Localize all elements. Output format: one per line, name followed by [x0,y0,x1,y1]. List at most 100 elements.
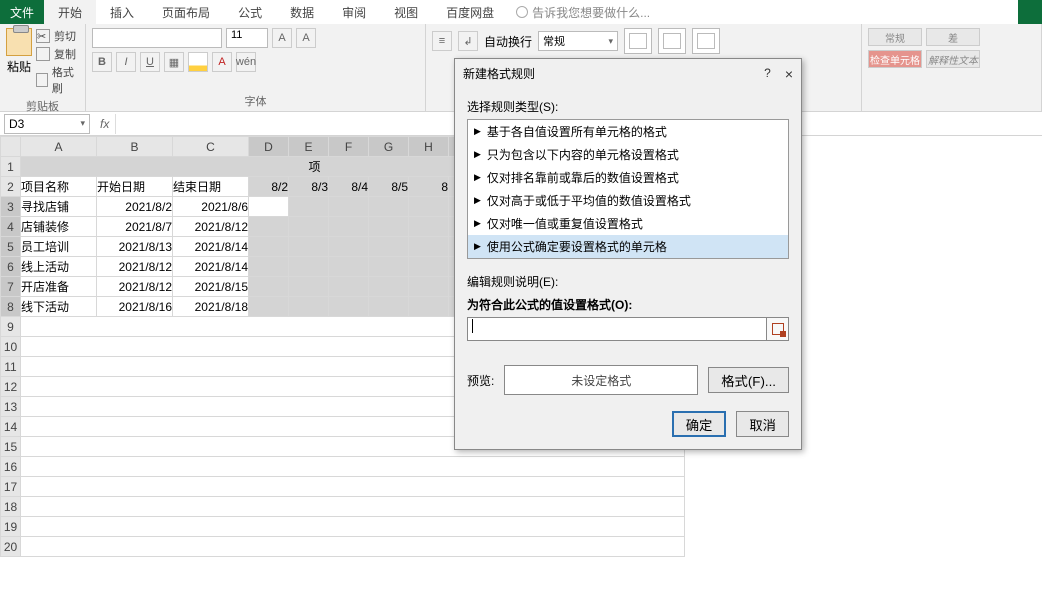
cell[interactable]: 2021/8/2 [97,197,173,217]
cell[interactable]: 2021/8/16 [97,297,173,317]
font-size-combo[interactable]: 11 [226,28,268,48]
tab-home[interactable]: 开始 [44,0,96,24]
font-color-button[interactable]: A [212,52,232,72]
bold-button[interactable]: B [92,52,112,72]
row-header[interactable]: 8 [1,297,21,317]
tell-me-search[interactable]: 告诉我您想要做什么... [508,0,658,24]
rule-type-item[interactable]: ▶基于各自值设置所有单元格的格式 [468,120,788,143]
ribbon-collapse[interactable] [1018,0,1042,24]
col-header[interactable]: E [289,137,329,157]
copy-button[interactable]: 复制 [36,46,79,62]
row-header[interactable]: 13 [1,397,21,417]
name-box[interactable]: D3 ▾ [4,114,90,134]
rule-type-list[interactable]: ▶基于各自值设置所有单元格的格式 ▶只为包含以下内容的单元格设置格式 ▶仅对排名… [467,119,789,259]
wrap-text-button[interactable]: 自动换行 [484,33,532,50]
paste-button[interactable]: 粘贴 [6,28,32,96]
cell[interactable]: 店铺装修 [21,217,97,237]
increase-font-button[interactable]: A [272,28,292,48]
row-header[interactable]: 12 [1,377,21,397]
close-button[interactable]: × [785,66,793,82]
row-header[interactable]: 19 [1,517,21,537]
row-header[interactable]: 3 [1,197,21,217]
col-header[interactable]: D [249,137,289,157]
cancel-button[interactable]: 取消 [736,411,789,437]
style-explain[interactable]: 解释性文本 [926,50,980,68]
col-header[interactable]: B [97,137,173,157]
rule-type-item-selected[interactable]: ▶使用公式确定要设置格式的单元格 [468,235,788,258]
cell[interactable]: 线上活动 [21,257,97,277]
tab-baidu[interactable]: 百度网盘 [432,0,508,24]
cell-styles-button[interactable] [692,28,720,54]
row-header[interactable]: 16 [1,457,21,477]
style-check[interactable]: 检查单元格 [868,50,922,68]
rule-type-item[interactable]: ▶仅对排名靠前或靠后的数值设置格式 [468,166,788,189]
row-header[interactable]: 20 [1,537,21,557]
cell[interactable]: 2021/8/7 [97,217,173,237]
cell[interactable]: 2021/8/18 [173,297,249,317]
italic-button[interactable]: I [116,52,136,72]
conditional-format-button[interactable] [624,28,652,54]
cell[interactable]: 结束日期 [173,177,249,197]
border-button[interactable]: ▦ [164,52,184,72]
phonetic-button[interactable]: wén [236,52,256,72]
col-header[interactable]: H [409,137,449,157]
select-all[interactable] [1,137,21,157]
range-selector-button[interactable] [767,317,789,341]
row-header[interactable]: 15 [1,437,21,457]
row-header[interactable]: 17 [1,477,21,497]
row-header[interactable]: 6 [1,257,21,277]
cell[interactable]: 项目名称 [21,177,97,197]
row-header[interactable]: 11 [1,357,21,377]
cell[interactable]: 2021/8/13 [97,237,173,257]
active-cell[interactable] [249,197,289,217]
ok-button[interactable]: 确定 [672,411,727,437]
style-bad[interactable]: 差 [926,28,980,46]
col-header[interactable]: C [173,137,249,157]
tab-view[interactable]: 视图 [380,0,432,24]
cell[interactable]: 2021/8/6 [173,197,249,217]
cell[interactable]: 2021/8/12 [173,217,249,237]
rule-formula-input[interactable] [467,317,767,341]
row-header[interactable]: 2 [1,177,21,197]
row-header[interactable]: 4 [1,217,21,237]
cell[interactable]: 开店准备 [21,277,97,297]
cell[interactable]: 8/5 [369,177,409,197]
rule-type-item[interactable]: ▶只为包含以下内容的单元格设置格式 [468,143,788,166]
cell[interactable]: 开始日期 [97,177,173,197]
cell[interactable]: 8/2 [249,177,289,197]
decrease-font-button[interactable]: A [296,28,316,48]
col-header[interactable]: A [21,137,97,157]
row-header[interactable]: 18 [1,497,21,517]
number-format-combo[interactable]: 常规▾ [538,31,618,51]
fx-button[interactable]: fx [100,117,109,131]
tab-formula[interactable]: 公式 [224,0,276,24]
cell[interactable]: 2021/8/15 [173,277,249,297]
cell[interactable]: 员工培训 [21,237,97,257]
painter-button[interactable]: 格式刷 [36,64,79,96]
col-header[interactable]: F [329,137,369,157]
cell[interactable]: 2021/8/14 [173,257,249,277]
row-header[interactable]: 10 [1,337,21,357]
tab-layout[interactable]: 页面布局 [148,0,224,24]
row-header[interactable]: 5 [1,237,21,257]
format-button[interactable]: 格式(F)... [708,367,789,393]
style-normal[interactable]: 常规 [868,28,922,46]
cell[interactable]: 2021/8/14 [173,237,249,257]
tab-insert[interactable]: 插入 [96,0,148,24]
tab-file[interactable]: 文件 [0,0,44,24]
underline-button[interactable]: U [140,52,160,72]
cell[interactable]: 2021/8/12 [97,257,173,277]
row-header[interactable]: 1 [1,157,21,177]
tab-data[interactable]: 数据 [276,0,328,24]
font-name-combo[interactable] [92,28,222,48]
row-header[interactable]: 14 [1,417,21,437]
table-format-button[interactable] [658,28,686,54]
row-header[interactable]: 9 [1,317,21,337]
cell[interactable]: 8 [409,177,449,197]
cell[interactable]: 8/3 [289,177,329,197]
cell[interactable]: 寻找店铺 [21,197,97,217]
cell[interactable]: 2021/8/12 [97,277,173,297]
cell[interactable]: 线下活动 [21,297,97,317]
align-top-button[interactable]: ≡ [432,31,452,51]
help-button[interactable]: ? [764,66,771,82]
